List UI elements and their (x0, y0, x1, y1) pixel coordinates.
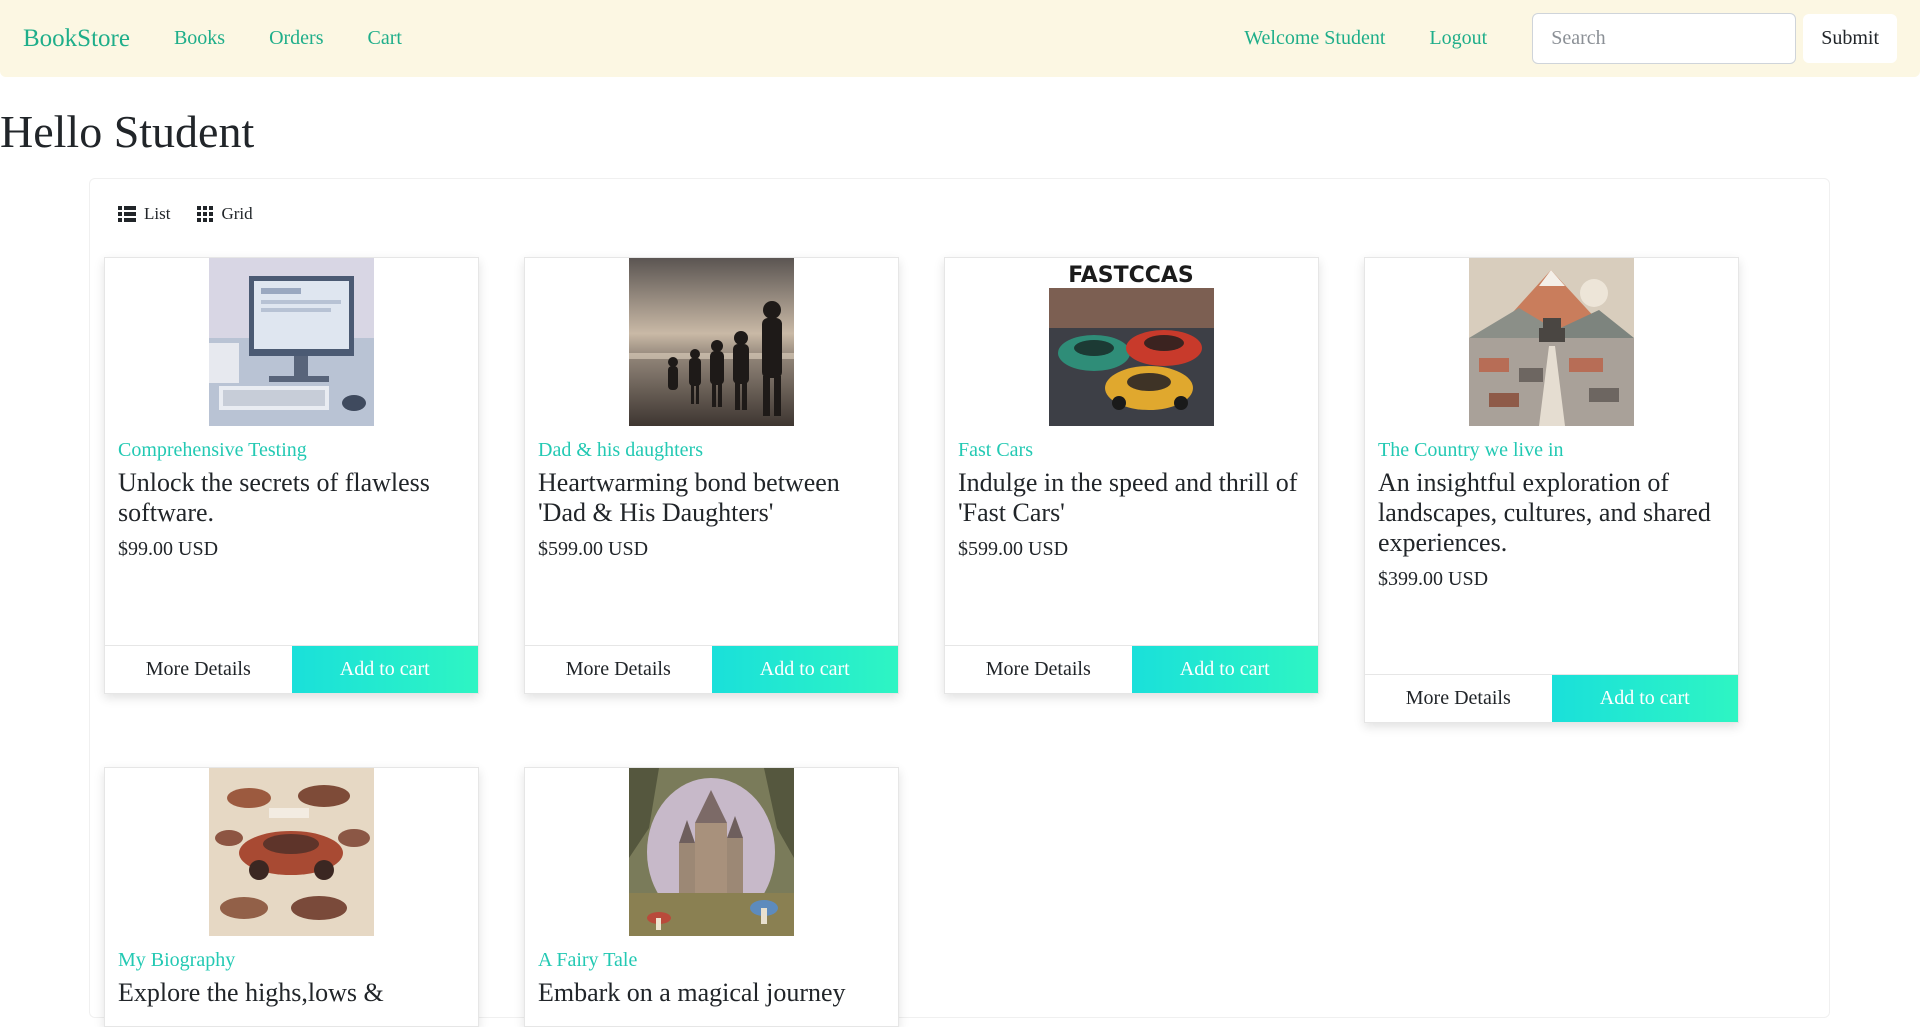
product-card: The Country we live in An insightful exp… (1364, 257, 1739, 723)
nav-link-books[interactable]: Books (174, 27, 225, 50)
more-details-button[interactable]: More Details (105, 646, 292, 693)
race-cars-image[interactable]: FASTCCAS (1049, 258, 1214, 426)
card-description: Embark on a magical journey (538, 978, 846, 1007)
card-price: $599.00 USD (958, 538, 1069, 560)
card-description: Unlock the secrets of flawless software. (118, 468, 430, 527)
search-input[interactable] (1532, 13, 1797, 64)
logout-link[interactable]: Logout (1429, 27, 1487, 50)
card-description: An insightful exploration of landscapes,… (1378, 468, 1711, 557)
card-description: Indulge in the speed and thrill of 'Fast… (958, 468, 1298, 527)
add-to-cart-button[interactable]: Add to cart (1551, 675, 1738, 722)
nav-link-orders[interactable]: Orders (269, 27, 323, 50)
beach-family-image[interactable] (629, 258, 794, 426)
product-card: Dad & his daughters Heartwarming bond be… (524, 257, 899, 694)
more-details-button[interactable]: More Details (525, 646, 712, 693)
view-toggle: List Grid (118, 204, 280, 224)
mountain-town-image[interactable] (1469, 258, 1634, 426)
card-description: Heartwarming bond between 'Dad & His Dau… (538, 468, 840, 527)
card-category[interactable]: The Country we live in (1378, 438, 1725, 462)
list-view-label: List (144, 204, 171, 223)
card-price: $99.00 USD (118, 538, 219, 560)
add-to-cart-button[interactable]: Add to cart (1131, 646, 1318, 693)
brand-logo[interactable]: BookStore (23, 25, 130, 53)
welcome-user-link[interactable]: Welcome Student (1244, 27, 1385, 50)
card-actions: More Details Add to cart (1365, 674, 1738, 722)
add-to-cart-button[interactable]: Add to cart (711, 646, 898, 693)
card-category[interactable]: Dad & his daughters (538, 438, 885, 462)
card-price: $399.00 USD (1378, 568, 1489, 590)
more-details-button[interactable]: More Details (945, 646, 1132, 693)
navbar: BookStore Books Orders Cart Welcome Stud… (0, 0, 1920, 77)
search-submit-button[interactable]: Submit (1803, 14, 1897, 63)
card-category[interactable]: A Fairy Tale (538, 948, 885, 972)
card-actions: More Details Add to cart (105, 645, 478, 693)
product-card: FASTCCAS Fast Cars Indulge in the speed … (944, 257, 1319, 694)
card-category[interactable]: My Biography (118, 948, 465, 972)
page-title: Hello Student (0, 106, 255, 157)
card-actions: More Details Add to cart (525, 645, 898, 693)
fairy-castle-image[interactable] (629, 768, 794, 936)
add-to-cart-button[interactable]: Add to cart (291, 646, 478, 693)
card-price: $599.00 USD (538, 538, 649, 560)
product-card: My Biography Explore the highs,lows & (104, 767, 479, 1027)
nav-right: Welcome Student Logout Submit (1222, 13, 1897, 64)
list-view-button[interactable]: List (118, 204, 170, 224)
computer-desk-image[interactable] (209, 258, 374, 426)
card-category[interactable]: Fast Cars (958, 438, 1305, 462)
card-description: Explore the highs,lows & (118, 978, 384, 1007)
cover-art-text: FASTCCAS (1068, 263, 1194, 288)
vintage-cars-sketch-image[interactable] (209, 768, 374, 936)
nav-link-cart[interactable]: Cart (368, 27, 402, 50)
list-icon (118, 206, 136, 222)
product-card: Comprehensive Testing Unlock the secrets… (104, 257, 479, 694)
grid-view-label: Grid (221, 204, 253, 223)
more-details-button[interactable]: More Details (1365, 675, 1552, 722)
card-category[interactable]: Comprehensive Testing (118, 438, 465, 462)
grid-view-button[interactable]: Grid (197, 204, 253, 224)
card-actions: More Details Add to cart (945, 645, 1318, 693)
grid-icon (197, 206, 214, 222)
product-card: A Fairy Tale Embark on a magical journey (524, 767, 899, 1027)
